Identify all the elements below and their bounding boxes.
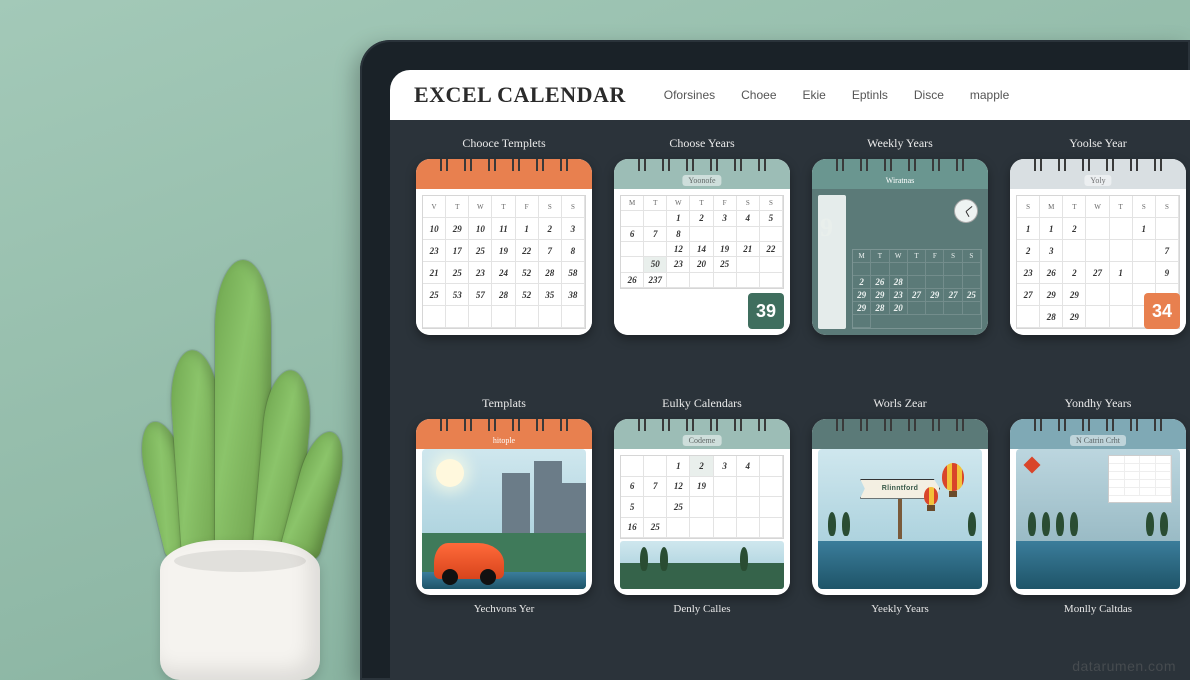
tile-eulky-calendars: Eulky Calendars Codeme 12346712195251625 — [610, 396, 794, 632]
scene-illustration — [422, 449, 586, 589]
scene-illustration: Rlinntford — [818, 449, 982, 589]
screen: EXCEL CALENDAR Oforsines Choee Ekie Epti… — [390, 70, 1190, 680]
day-badge: 34 — [1144, 293, 1180, 329]
tile-yoolse-year: Yoolse Year Yoly SMTWTSS1121237232622719… — [1006, 136, 1190, 372]
tile-caption: Denly Calles — [673, 603, 730, 615]
template-card[interactable]: Yoonofe MTWTFSS1234567812141921225023202… — [614, 159, 790, 335]
card-head-label: N Catrin Crht — [1070, 435, 1126, 446]
card-head-label: Wiratnas — [880, 175, 921, 186]
spiral-binding-icon — [416, 159, 592, 175]
monitor-frame: EXCEL CALENDAR Oforsines Choee Ekie Epti… — [360, 40, 1190, 680]
brand-title: EXCEL CALENDAR — [414, 82, 626, 108]
tile-choose-templates: Chooce Templets VTWTFSS10291011123231725… — [412, 136, 596, 372]
tile-title: Weekly Years — [867, 136, 933, 151]
spiral-binding-icon — [416, 419, 592, 435]
tile-caption: Yechvons Yer — [474, 603, 535, 615]
tile-title: Eulky Calendars — [662, 396, 742, 411]
scene-illustration — [1016, 449, 1180, 589]
cactus-plant-decor — [110, 260, 370, 680]
template-card[interactable]: N Catrin Crht — [1010, 419, 1186, 595]
mini-calendar-icon — [1108, 455, 1172, 503]
tile-title: Worls Zear — [873, 396, 926, 411]
tile-worls-zear: Worls Zear Rlinntford — [808, 396, 992, 632]
nav-link-1[interactable]: Choee — [741, 88, 776, 102]
week-number: 9 — [820, 213, 833, 243]
tile-weekly-years: Weekly Years Wiratnas 9 MTWTFSS226282929… — [808, 136, 992, 372]
nav-link-2[interactable]: Ekie — [803, 88, 826, 102]
calendar-grid: VTWTFSS102910111232317251922782125232452… — [422, 195, 586, 329]
spiral-binding-icon — [812, 419, 988, 435]
calendar-grid: 12346712195251625 — [620, 455, 784, 539]
nav-link-0[interactable]: Oforsines — [664, 88, 715, 102]
spiral-binding-icon — [614, 419, 790, 435]
spiral-binding-icon — [1010, 159, 1186, 175]
tile-title: Yoolse Year — [1069, 136, 1126, 151]
tile-choose-years: Choose Years Yoonofe MTWTFSS123456781214… — [610, 136, 794, 372]
top-bar: EXCEL CALENDAR Oforsines Choee Ekie Epti… — [390, 70, 1190, 120]
card-head-label: hitople — [487, 435, 521, 446]
tile-title: Chooce Templets — [462, 136, 545, 151]
template-card[interactable]: hitople — [416, 419, 592, 595]
nav-link-5[interactable]: mapple — [970, 88, 1009, 102]
card-head-label: Codeme — [683, 435, 722, 446]
tile-title: Choose Years — [669, 136, 734, 151]
clock-icon — [954, 199, 978, 223]
tile-yondhy-years: Yondhy Years N Catrin Crht — [1006, 396, 1190, 632]
tile-title: Yondhy Years — [1065, 396, 1132, 411]
spiral-binding-icon — [614, 159, 790, 175]
nav-link-4[interactable]: Disce — [914, 88, 944, 102]
template-card[interactable]: Yoly SMTWTSS11212372326227192729292829 3… — [1010, 159, 1186, 335]
watermark-text: datarumen.com — [1072, 658, 1176, 674]
tile-title: Templats — [482, 396, 526, 411]
balloon-icon — [942, 463, 964, 491]
tile-templats: Templats hitople — [412, 396, 596, 632]
template-card[interactable]: Codeme 12346712195251625 — [614, 419, 790, 595]
car-icon — [434, 543, 504, 579]
calendar-grid: MTWTFSS2262829292327292725292820 — [852, 249, 982, 329]
day-badge: 39 — [748, 293, 784, 329]
template-card[interactable]: VTWTFSS102910111232317251922782125232452… — [416, 159, 592, 335]
template-grid: Chooce Templets VTWTFSS10291011123231725… — [390, 120, 1190, 680]
template-card[interactable]: Wiratnas 9 MTWTFSS2262829292327292725292… — [812, 159, 988, 335]
spiral-binding-icon — [1010, 419, 1186, 435]
card-head-label: Yoly — [1084, 175, 1111, 186]
balloon-icon — [924, 487, 938, 505]
spiral-binding-icon — [812, 159, 988, 175]
tile-caption: Monlly Caltdas — [1064, 603, 1132, 615]
tile-caption: Yeekly Years — [871, 603, 929, 615]
template-card[interactable]: Rlinntford — [812, 419, 988, 595]
nav-link-3[interactable]: Eptinls — [852, 88, 888, 102]
card-head-label: Yoonofe — [682, 175, 721, 186]
calendar-grid: MTWTFSS1234567812141921225023202526237 — [620, 195, 784, 289]
